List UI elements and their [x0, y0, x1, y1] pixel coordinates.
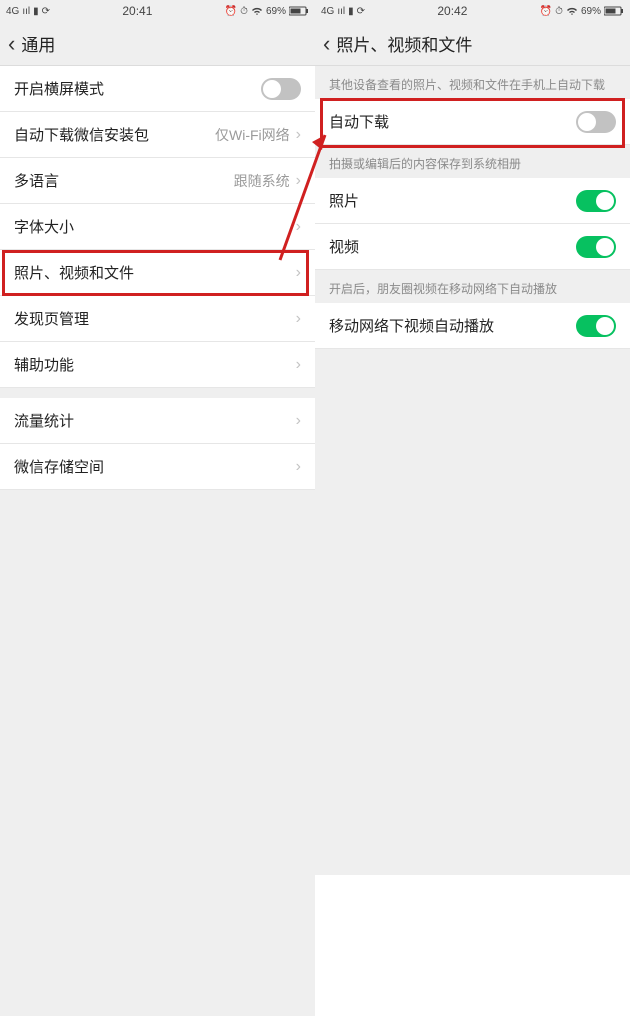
- chevron-right-icon: ›: [296, 218, 301, 236]
- battery-percent: 69%: [266, 6, 286, 17]
- status-bar: 4G ııl ▮ ⟳ 20:41 ⏰ ⏱ 69%: [0, 0, 315, 22]
- row-font-size[interactable]: 字体大小 ›: [0, 204, 315, 250]
- mute-icon: ▮: [33, 6, 39, 17]
- battery-icon: [289, 6, 309, 16]
- row-mobile-autoplay[interactable]: 移动网络下视频自动播放: [315, 303, 630, 349]
- toggle-photo[interactable]: [576, 190, 616, 212]
- section-header-autodownload: 其他设备查看的照片、视频和文件在手机上自动下载: [315, 66, 630, 99]
- chevron-right-icon: ›: [296, 172, 301, 190]
- row-auto-download[interactable]: 自动下载: [315, 99, 630, 145]
- chevron-right-icon: ›: [296, 264, 301, 282]
- phone-left: 4G ııl ▮ ⟳ 20:41 ⏰ ⏱ 69% ‹ 通用: [0, 0, 315, 526]
- mute-icon: ▮: [348, 6, 354, 17]
- alarm-off-icon: ⏰: [540, 6, 552, 17]
- sync-icon: ⟳: [42, 6, 50, 17]
- signal-icon: ııl: [22, 6, 30, 17]
- battery-icon: [604, 6, 624, 16]
- row-label: 字体大小: [14, 216, 296, 237]
- row-label: 多语言: [14, 170, 234, 191]
- chevron-right-icon: ›: [296, 356, 301, 374]
- row-landscape-mode[interactable]: 开启横屏模式: [0, 66, 315, 112]
- network-4g-icon: 4G: [321, 6, 334, 17]
- toggle-landscape[interactable]: [261, 78, 301, 100]
- signal-icon: ııl: [337, 6, 345, 17]
- row-label: 照片: [329, 190, 576, 211]
- row-traffic-stats[interactable]: 流量统计 ›: [0, 398, 315, 444]
- row-label: 照片、视频和文件: [14, 262, 296, 283]
- status-time: 20:42: [437, 4, 467, 18]
- page-title: 通用: [21, 31, 55, 56]
- alarm-off-icon: ⏰: [225, 6, 237, 17]
- row-label: 自动下载: [329, 111, 576, 132]
- toggle-mobile-autoplay[interactable]: [576, 315, 616, 337]
- nav-bar: ‹ 照片、视频和文件: [315, 22, 630, 66]
- wifi-icon: [566, 6, 578, 16]
- row-language[interactable]: 多语言 跟随系统 ›: [0, 158, 315, 204]
- back-icon[interactable]: ‹: [323, 31, 330, 57]
- row-label: 发现页管理: [14, 308, 296, 329]
- row-auto-download-wechat[interactable]: 自动下载微信安装包 仅Wi-Fi网络 ›: [0, 112, 315, 158]
- row-label: 流量统计: [14, 410, 296, 431]
- row-label: 开启横屏模式: [14, 78, 261, 99]
- battery-percent: 69%: [581, 6, 601, 17]
- row-label: 移动网络下视频自动播放: [329, 315, 576, 336]
- row-value: 仅Wi-Fi网络: [215, 125, 290, 145]
- row-label: 自动下载微信安装包: [14, 124, 215, 145]
- row-discover-manage[interactable]: 发现页管理 ›: [0, 296, 315, 342]
- nav-bar: ‹ 通用: [0, 22, 315, 66]
- chevron-right-icon: ›: [296, 126, 301, 144]
- chevron-right-icon: ›: [296, 412, 301, 430]
- section-header-mobile-autoplay: 开启后，朋友圈视频在移动网络下自动播放: [315, 270, 630, 303]
- phone-right: 4G ııl ▮ ⟳ 20:42 ⏰ ⏱ 69% ‹ 照片、视频和文件: [315, 0, 630, 526]
- page-title: 照片、视频和文件: [336, 31, 472, 56]
- network-4g-icon: 4G: [6, 6, 19, 17]
- row-wechat-storage[interactable]: 微信存储空间 ›: [0, 444, 315, 490]
- status-time: 20:41: [122, 4, 152, 18]
- row-photos-videos-files[interactable]: 照片、视频和文件 ›: [0, 250, 315, 296]
- wifi-icon: [251, 6, 263, 16]
- row-label: 视频: [329, 236, 576, 257]
- chevron-right-icon: ›: [296, 458, 301, 476]
- section-header-save-to-album: 拍摄或编辑后的内容保存到系统相册: [315, 145, 630, 178]
- row-accessibility[interactable]: 辅助功能 ›: [0, 342, 315, 388]
- toggle-video[interactable]: [576, 236, 616, 258]
- sync-icon: ⟳: [357, 6, 365, 17]
- alarm-icon: ⏱: [240, 6, 248, 17]
- row-photo[interactable]: 照片: [315, 178, 630, 224]
- chevron-right-icon: ›: [296, 310, 301, 328]
- row-label: 辅助功能: [14, 354, 296, 375]
- row-label: 微信存储空间: [14, 456, 296, 477]
- toggle-auto-download[interactable]: [576, 111, 616, 133]
- alarm-icon: ⏱: [555, 6, 563, 17]
- row-video[interactable]: 视频: [315, 224, 630, 270]
- back-icon[interactable]: ‹: [8, 31, 15, 57]
- row-value: 跟随系统: [234, 171, 290, 191]
- status-bar: 4G ııl ▮ ⟳ 20:42 ⏰ ⏱ 69%: [315, 0, 630, 22]
